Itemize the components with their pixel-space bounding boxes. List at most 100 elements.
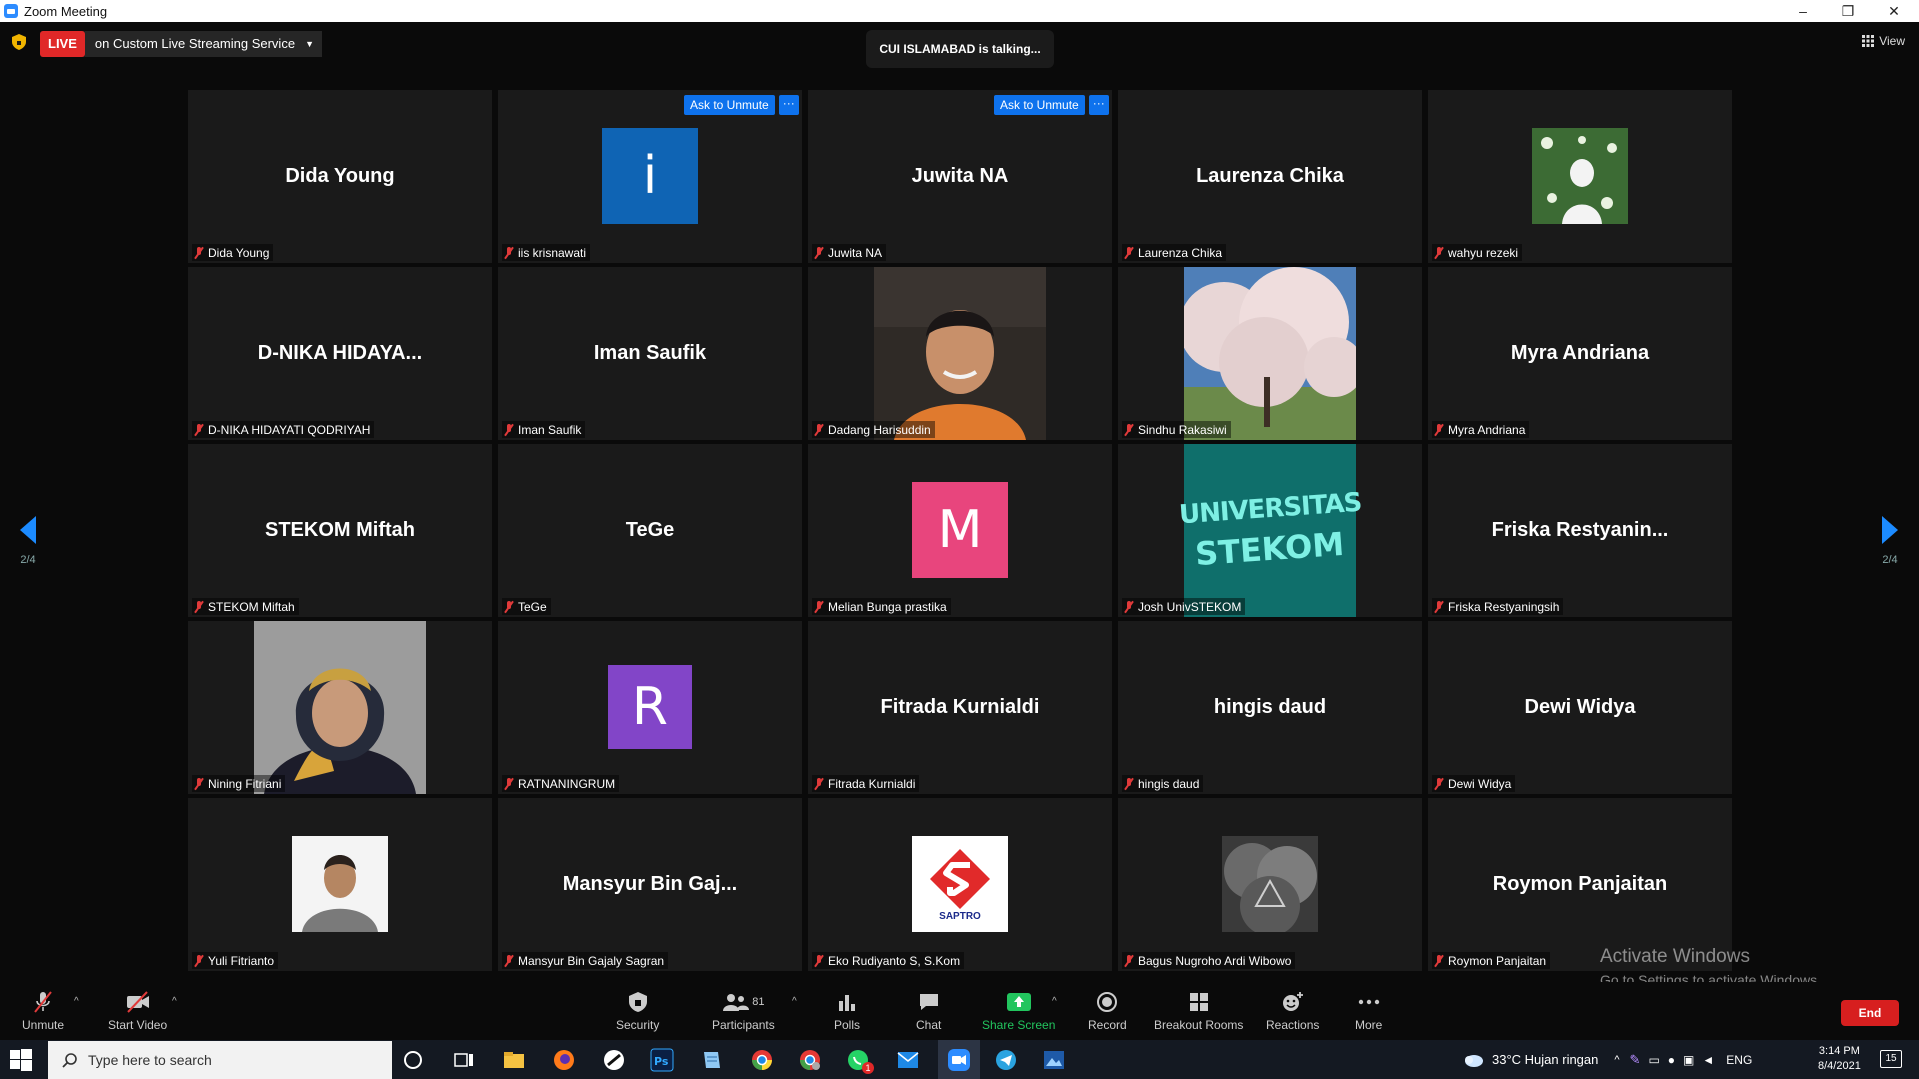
video-tile[interactable]: Nining Fitriani <box>188 621 492 794</box>
zoom-logo-icon <box>4 4 18 18</box>
video-tile[interactable]: Yuli Fitrianto <box>188 798 492 971</box>
chrome-icon[interactable] <box>750 1048 774 1072</box>
video-options-chevron-icon[interactable]: ^ <box>172 996 177 1007</box>
unmute-button[interactable]: Unmute <box>22 990 64 1032</box>
network-icon[interactable]: ▣ <box>1683 1053 1694 1067</box>
participant-name-label: Yuli Fitrianto <box>192 952 279 969</box>
video-tile[interactable]: Dewi Widya Dewi Widya <box>1428 621 1732 794</box>
file-explorer-icon[interactable] <box>502 1048 526 1072</box>
task-view-icon[interactable] <box>452 1048 476 1072</box>
video-tile[interactable]: wahyu rezeki <box>1428 90 1732 263</box>
participant-name: Josh UnivSTEKOM <box>1138 599 1242 614</box>
video-tile[interactable]: SAPTRO Eko Rudiyanto S, S.Kom <box>808 798 1112 971</box>
mic-muted-icon <box>1124 777 1134 790</box>
participants-options-chevron-icon[interactable]: ^ <box>792 996 797 1007</box>
video-tile[interactable]: Ask to Unmute ··· i iis krisnawati <box>498 90 802 263</box>
weather-cloud-icon[interactable] <box>1462 1052 1484 1068</box>
photoshop-icon[interactable]: Ps <box>650 1048 674 1072</box>
taskbar-search-box[interactable]: Type here to search <box>48 1041 392 1079</box>
video-tile[interactable]: hingis daud hingis daud <box>1118 621 1422 794</box>
share-screen-button[interactable]: Share Screen <box>982 990 1055 1032</box>
more-button[interactable]: More <box>1355 990 1382 1032</box>
video-tile[interactable]: Fitrada Kurnialdi Fitrada Kurnialdi <box>808 621 1112 794</box>
windows-start-icon[interactable] <box>10 1049 32 1071</box>
shield-icon[interactable] <box>12 34 26 50</box>
profile-photo <box>1532 128 1628 224</box>
microphone-icon[interactable]: ● <box>1668 1053 1675 1067</box>
video-tile[interactable]: UNIVERSITAS STEKOM Josh UnivSTEKOM <box>1118 444 1422 617</box>
watermark-title: Activate Windows <box>1600 946 1750 967</box>
minimize-button[interactable]: – <box>1781 0 1825 22</box>
polls-button[interactable]: Polls <box>834 990 860 1032</box>
chrome-profile-icon[interactable] <box>798 1048 822 1072</box>
participants-button[interactable]: 81 Participants <box>712 990 775 1032</box>
participant-name: Bagus Nugroho Ardi Wibowo <box>1138 953 1292 968</box>
restore-button[interactable]: ❐ <box>1826 0 1870 22</box>
video-tile[interactable]: Bagus Nugroho Ardi Wibowo <box>1118 798 1422 971</box>
video-tile[interactable]: D-NIKA HIDAYA... D-NIKA HIDAYATI QODRIYA… <box>188 267 492 440</box>
profile-photo <box>292 836 388 932</box>
avatar: i <box>602 128 698 224</box>
language-indicator[interactable]: ENG <box>1726 1053 1752 1067</box>
notepad-icon[interactable] <box>700 1048 724 1072</box>
participant-display-name: hingis daud <box>1213 696 1327 718</box>
participant-display-name: D-NIKA HIDAYA... <box>257 342 423 364</box>
pen-icon[interactable]: ✎ <box>1630 1052 1641 1068</box>
reactions-icon <box>1281 990 1305 1014</box>
weather-text[interactable]: 33°C Hujan ringan <box>1492 1052 1598 1067</box>
next-page-button[interactable]: 2/4 <box>1870 516 1910 566</box>
video-tile[interactable]: Dadang Harisuddin <box>808 267 1112 440</box>
end-meeting-button[interactable]: End <box>1841 1000 1899 1026</box>
participants-count: 81 <box>752 996 765 1008</box>
participant-name: iis krisnawati <box>518 245 587 260</box>
mail-icon[interactable] <box>896 1048 920 1072</box>
telegram-icon[interactable] <box>994 1048 1018 1072</box>
video-tile[interactable]: TeGe TeGe <box>498 444 802 617</box>
search-placeholder: Type here to search <box>88 1052 212 1068</box>
ask-to-unmute-button[interactable]: Ask to Unmute <box>684 95 775 115</box>
video-tile[interactable]: Mansyur Bin Gaj... Mansyur Bin Gajaly Sa… <box>498 798 802 971</box>
prev-page-button[interactable]: 2/4 <box>8 516 48 566</box>
start-video-button[interactable]: Start Video <box>108 990 167 1032</box>
more-options-button[interactable]: ··· <box>778 95 799 115</box>
clock-date: 8/4/2021 <box>1818 1060 1861 1072</box>
reactions-button[interactable]: Reactions <box>1266 990 1319 1032</box>
video-tile[interactable]: STEKOM Miftah STEKOM Miftah <box>188 444 492 617</box>
participant-display-name: Myra Andriana <box>1510 342 1650 364</box>
live-stream-dropdown[interactable]: LIVE on Custom Live Streaming Service ▼ <box>40 31 322 57</box>
close-button[interactable]: ✕ <box>1872 0 1916 22</box>
video-tile[interactable]: Iman Saufik Iman Saufik <box>498 267 802 440</box>
participant-name: hingis daud <box>1138 776 1200 791</box>
record-button[interactable]: Record <box>1088 990 1127 1032</box>
participant-name: Eko Rudiyanto S, S.Kom <box>828 953 961 968</box>
view-button[interactable]: View <box>1862 34 1905 48</box>
video-tile[interactable]: Myra Andriana Myra Andriana <box>1428 267 1732 440</box>
video-tile[interactable]: M Melian Bunga prastika <box>808 444 1112 617</box>
notifications-icon[interactable]: 15 <box>1880 1050 1902 1068</box>
zoom-taskbar-active[interactable] <box>938 1040 980 1079</box>
video-tile[interactable]: Friska Restyanin... Friska Restyaningsih <box>1428 444 1732 617</box>
photos-icon[interactable] <box>1042 1048 1066 1072</box>
breakout-rooms-button[interactable]: Breakout Rooms <box>1154 990 1243 1032</box>
audio-options-chevron-icon[interactable]: ^ <box>74 996 79 1007</box>
video-tile[interactable]: Ask to Unmute ··· Juwita NA Juwita NA <box>808 90 1112 263</box>
firefox-icon[interactable] <box>552 1048 576 1072</box>
taskbar-clock[interactable]: 3:14 PM 8/4/2021 <box>1818 1044 1861 1074</box>
chat-button[interactable]: Chat <box>916 990 941 1032</box>
chevron-up-icon[interactable]: ^ <box>1614 1054 1619 1066</box>
security-button[interactable]: Security <box>616 990 659 1032</box>
volume-icon[interactable]: ◄ <box>1702 1053 1714 1067</box>
cortana-icon[interactable] <box>404 1051 422 1069</box>
participant-name-label: Sindhu Rakasiwi <box>1122 421 1231 438</box>
video-tile[interactable]: Dida Young Dida Young <box>188 90 492 263</box>
mic-muted-icon <box>504 600 514 613</box>
video-tile[interactable]: Laurenza Chika Laurenza Chika <box>1118 90 1422 263</box>
mic-muted-icon <box>1434 954 1444 967</box>
video-tile[interactable]: Sindhu Rakasiwi <box>1118 267 1422 440</box>
video-tile[interactable]: R RATNANINGRUM <box>498 621 802 794</box>
participant-name: Juwita NA <box>828 245 883 260</box>
battery-icon[interactable]: ▭ <box>1648 1053 1659 1067</box>
inkscape-icon[interactable] <box>602 1048 626 1072</box>
grid-view-icon <box>1862 35 1875 47</box>
share-options-chevron-icon[interactable]: ^ <box>1052 996 1057 1007</box>
